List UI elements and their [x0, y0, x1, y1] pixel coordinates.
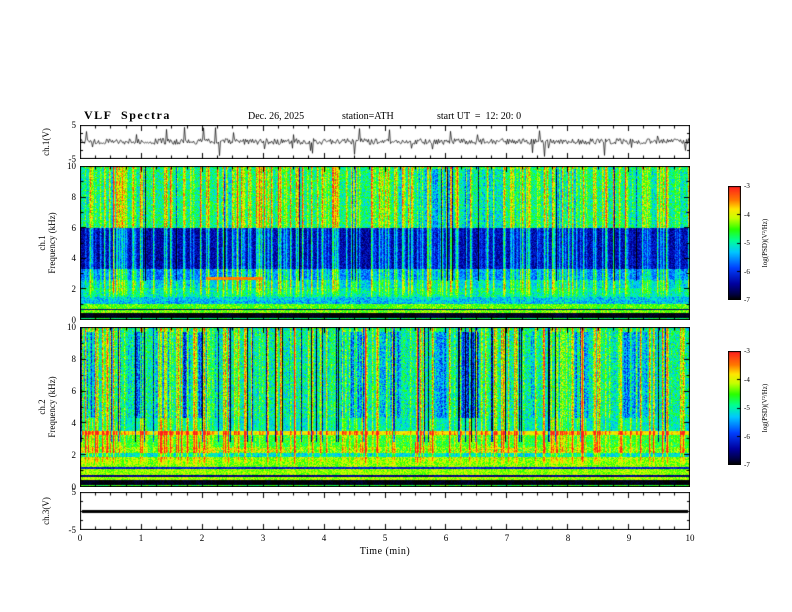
colorbar-tick-label: -6 — [744, 267, 750, 276]
y-tick-label: 5 — [71, 120, 77, 130]
colorbar-tick-label: -6 — [744, 432, 750, 441]
x-tick-label: 0 — [77, 533, 83, 543]
ch1-frequency-axis-label: ch.1 Frequency (kHz) — [37, 212, 57, 274]
plot-title: VLF Spectra — [84, 108, 171, 122]
colorbar-tick-label: -7 — [744, 461, 750, 469]
x-tick-label: 10 — [685, 533, 695, 543]
y-tick-label: 2 — [71, 450, 77, 460]
ch3-voltage-axis-label: ch.3(V) — [41, 497, 51, 525]
ch1-spectrogram-canvas — [80, 166, 690, 320]
x-tick-label: 3 — [260, 533, 266, 543]
ch3-voltage-canvas — [80, 492, 690, 530]
date-label: Dec. 26, 2025 — [248, 111, 305, 122]
ch1-voltage-canvas — [80, 125, 690, 159]
x-tick-label: 2 — [199, 533, 205, 543]
colorbar-ch2-canvas — [728, 351, 741, 465]
y-tick-label: 10 — [67, 161, 76, 171]
colorbar-ch1-canvas — [728, 186, 741, 300]
x-tick-label: 6 — [443, 533, 449, 543]
ch2-spectrogram-canvas — [80, 327, 690, 487]
x-tick-label: 7 — [504, 533, 510, 543]
x-tick-label: 8 — [565, 533, 571, 543]
y-tick-label: 8 — [71, 191, 77, 202]
colorbar-tick-label: -4 — [744, 210, 750, 219]
y-tick-label: 6 — [71, 222, 77, 233]
ch1-voltage-panel — [80, 125, 690, 159]
ch1-voltage-axis-label: ch.1(V) — [41, 128, 51, 156]
ch3-voltage-panel — [80, 492, 690, 530]
x-tick-label: 5 — [382, 533, 388, 543]
start-ut-label: start UT = 12: 20: 0 — [437, 111, 522, 122]
ch2-spectrogram-panel — [80, 327, 690, 487]
plot-area: VLF Spectra Dec. 26, 2025 station=ATH st… — [0, 0, 792, 612]
colorbar-tick-label: -3 — [744, 347, 750, 355]
colorbar-tick-label: -7 — [744, 296, 750, 304]
y-tick-label: 4 — [71, 253, 77, 264]
colorbar-ch2-axis-label: log(PSD)(V²/Hz) — [761, 383, 769, 433]
station-label: station=ATH — [342, 111, 394, 122]
y-tick-label: 8 — [71, 354, 77, 364]
y-tick-label: 6 — [71, 386, 77, 396]
y-tick-label: 4 — [71, 418, 77, 428]
y-tick-label: 2 — [71, 284, 77, 295]
colorbar-tick-label: -5 — [744, 404, 750, 412]
x-tick-label: 1 — [138, 533, 144, 543]
colorbar-tick-label: -4 — [744, 375, 750, 384]
colorbar-ch1-axis-label: log(PSD)(V²/Hz) — [761, 218, 769, 268]
colorbar-tick-label: -5 — [744, 239, 750, 247]
vlf-spectra-page: VLF Spectra Dec. 26, 2025 station=ATH st… — [0, 0, 792, 612]
time-axis-label: Time (min) — [359, 546, 411, 557]
x-tick-label: 9 — [626, 533, 632, 543]
colorbar-ch1 — [728, 186, 741, 300]
y-tick-label: 10 — [67, 322, 76, 332]
colorbar-tick-label: -3 — [744, 182, 750, 190]
y-tick-label: 0 — [71, 482, 77, 492]
ch1-spectrogram-panel — [80, 166, 690, 320]
x-tick-label: 4 — [321, 533, 327, 543]
colorbar-ch2 — [728, 351, 741, 465]
